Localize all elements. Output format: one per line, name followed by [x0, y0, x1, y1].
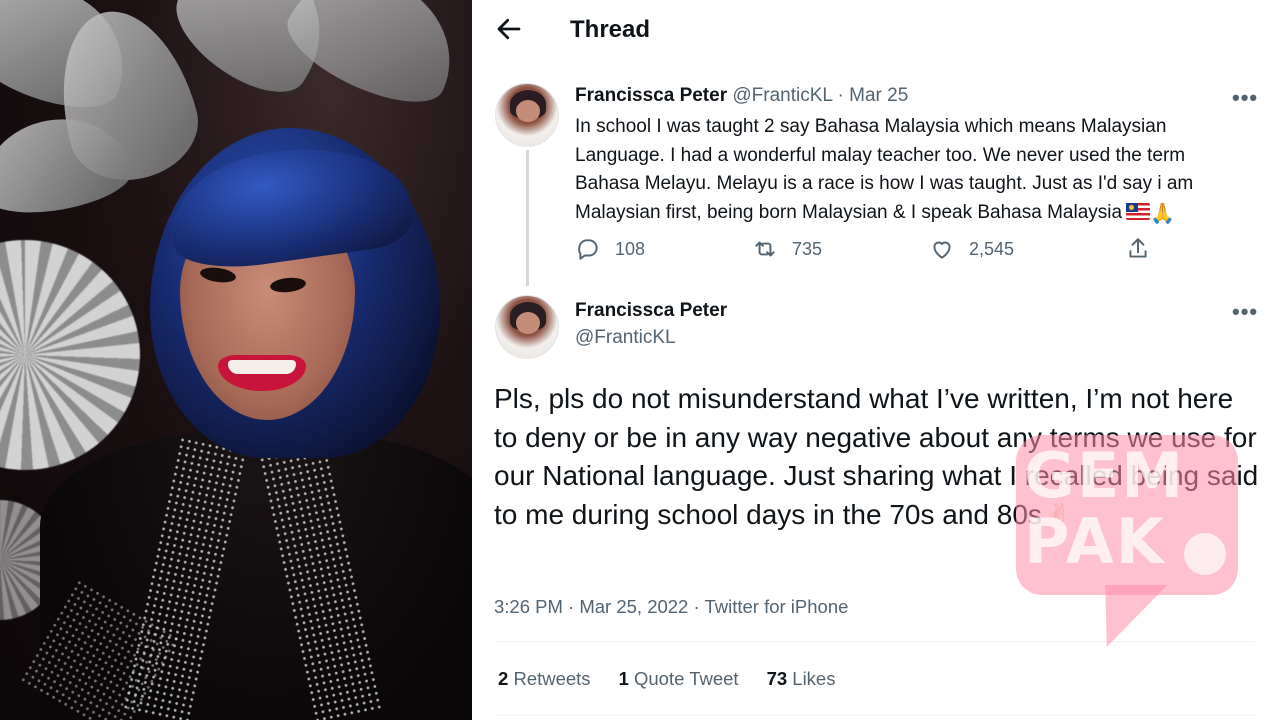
quote-count: 1	[618, 668, 629, 689]
retweets-stat[interactable]: 2 Retweets	[498, 668, 591, 690]
likes-label: Likes	[792, 668, 836, 689]
quote-label: Quote Tweet	[634, 668, 739, 689]
share-button[interactable]	[1125, 236, 1151, 262]
divider	[494, 641, 1254, 642]
tweet-author-row: Francissca Peter @FranticKL · Mar 25	[575, 85, 908, 107]
retweets-count: 2	[498, 668, 509, 689]
thread-connector	[526, 150, 529, 286]
reply-count: 108	[615, 238, 646, 259]
author-handle[interactable]: @FranticKL	[575, 327, 676, 349]
like-count: 2,545	[969, 238, 1015, 259]
like-button[interactable]: 2,545	[929, 236, 1014, 262]
tweet-date[interactable]: Mar 25	[849, 85, 908, 106]
white-flower	[0, 240, 140, 470]
retweets-label: Retweets	[513, 668, 591, 689]
tweet-timestamp[interactable]: 3:26 PM · Mar 25, 2022 · Twitter for iPh…	[494, 596, 848, 618]
author-handle[interactable]: @FranticKL	[732, 85, 832, 106]
avatar[interactable]	[495, 83, 559, 147]
separator: ·	[837, 85, 844, 106]
profile-photo	[0, 0, 472, 720]
more-options-icon[interactable]: •••	[1232, 87, 1257, 114]
victory-hand-icon: ✌	[1047, 498, 1072, 530]
reply-icon	[578, 239, 598, 260]
tweet-body: In school I was taught 2 say Bahasa Mala…	[575, 116, 1194, 223]
author-name[interactable]: Francissca Peter	[575, 300, 727, 322]
folded-hands-icon: 🙏	[1150, 202, 1175, 225]
malaysia-flag-icon	[1126, 202, 1151, 220]
engagement-stats: 2 Retweets 1 Quote Tweet 73 Likes	[498, 668, 835, 690]
retweet-count: 735	[792, 238, 823, 259]
tweet-text: In school I was taught 2 say Bahasa Mala…	[575, 113, 1235, 228]
teeth	[228, 360, 296, 374]
avatar[interactable]	[495, 295, 559, 359]
likes-stat[interactable]: 73 Likes	[767, 668, 836, 690]
likes-count: 73	[766, 668, 788, 689]
retweet-icon	[755, 241, 775, 257]
heart-icon	[933, 241, 951, 259]
thread-panel: Thread Francissca Peter @FranticKL · Mar…	[472, 0, 1280, 720]
quote-tweets-stat[interactable]: 1 Quote Tweet	[619, 668, 739, 690]
page-title: Thread	[570, 16, 651, 43]
tweet-body: Pls, pls do not misunderstand what I’ve …	[494, 383, 1259, 530]
more-options-icon[interactable]: •••	[1232, 301, 1257, 328]
back-arrow-icon[interactable]	[494, 14, 524, 44]
main-tweet-text: Pls, pls do not misunderstand what I’ve …	[494, 380, 1264, 534]
share-icon	[1129, 238, 1147, 258]
divider	[494, 715, 1254, 716]
thread-header: Thread	[472, 0, 1280, 62]
reply-button[interactable]: 108	[575, 236, 645, 262]
author-name[interactable]: Francissca Peter	[575, 85, 727, 106]
retweet-button[interactable]: 735	[752, 236, 822, 262]
